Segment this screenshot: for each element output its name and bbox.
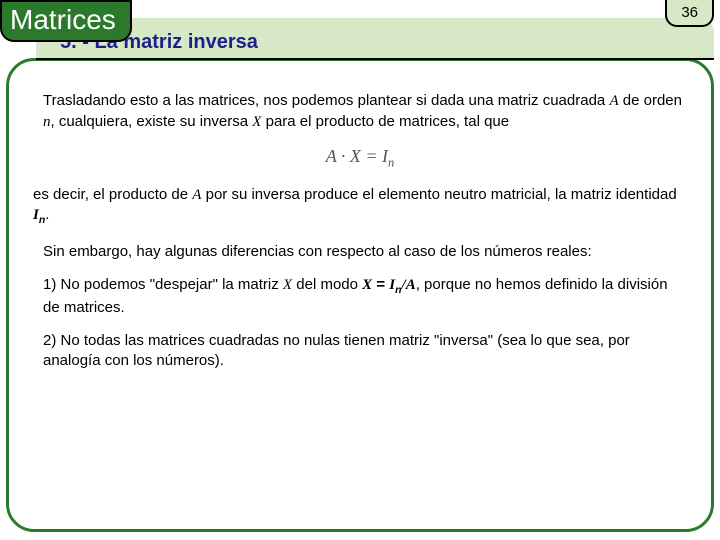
slide-title: Matrices	[10, 4, 116, 35]
paragraph-item2: 2) No todas las matrices cuadradas no nu…	[43, 331, 687, 370]
subtitle-band: 5. - La matriz inversa	[36, 18, 714, 60]
paragraph-explain: es decir, el producto de A por su invers…	[33, 185, 687, 228]
slide-title-tab: Matrices	[0, 0, 132, 42]
paragraph-intro: Trasladando esto a las matrices, nos pod…	[43, 91, 687, 132]
paragraph-item1: 1) No podemos "despejar" la matriz X del…	[43, 275, 687, 317]
page-number-badge: 36	[665, 0, 714, 27]
page-number: 36	[681, 4, 698, 21]
equation: A · X = In	[33, 146, 687, 171]
content-box: Trasladando esto a las matrices, nos pod…	[6, 58, 714, 532]
paragraph-however: Sin embargo, hay algunas diferencias con…	[43, 242, 687, 262]
